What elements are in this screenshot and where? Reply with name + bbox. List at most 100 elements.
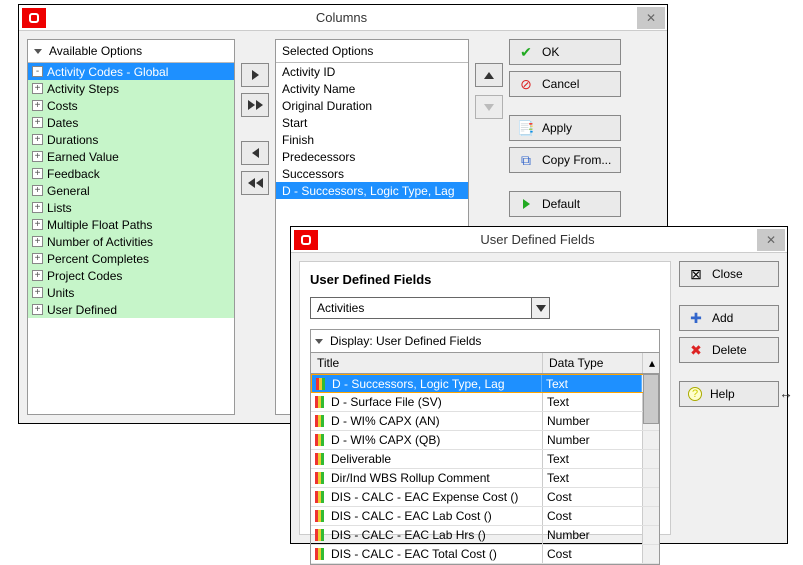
selected-item[interactable]: Activity Name <box>276 80 468 97</box>
item-label: Number of Activities <box>47 235 153 249</box>
cancel-button[interactable]: ⊘Cancel <box>509 71 621 97</box>
check-icon: ✔ <box>518 44 534 60</box>
available-item[interactable]: +Multiple Float Paths <box>28 216 234 233</box>
table-body[interactable]: D - Successors, Logic Type, LagTextD - S… <box>311 374 659 564</box>
available-options-panel: Available Options -Activity Codes - Glob… <box>27 39 235 415</box>
row-icon <box>315 396 327 408</box>
available-options-header[interactable]: Available Options <box>28 40 234 63</box>
available-item[interactable]: + Units <box>28 284 234 301</box>
expand-icon[interactable]: + <box>32 117 43 128</box>
available-item[interactable]: +User Defined <box>28 301 234 318</box>
available-item[interactable]: +Project Codes <box>28 267 234 284</box>
resize-handle-icon[interactable]: ↔ <box>779 385 793 401</box>
available-item[interactable]: +General <box>28 182 234 199</box>
item-label: Lists <box>47 201 72 215</box>
display-header[interactable]: Display: User Defined Fields <box>310 329 660 352</box>
available-list[interactable]: -Activity Codes - Global+Activity Steps+… <box>28 63 234 413</box>
scrollbar-track <box>643 526 659 544</box>
move-all-right-button[interactable] <box>241 93 269 117</box>
table-row[interactable]: D - WI% CAPX (AN)Number <box>311 412 659 431</box>
available-item[interactable]: -Activity Codes - Global <box>28 63 234 80</box>
move-left-button[interactable] <box>241 141 269 165</box>
row-icon <box>315 548 327 560</box>
row-icon <box>316 378 328 390</box>
expand-icon[interactable]: + <box>32 202 43 213</box>
item-label: Units <box>47 286 74 300</box>
selected-item[interactable]: Predecessors <box>276 148 468 165</box>
ok-button[interactable]: ✔OK <box>509 39 621 65</box>
expand-icon[interactable]: + <box>32 83 43 94</box>
item-label: Costs <box>47 99 78 113</box>
table-row[interactable]: DIS - CALC - EAC Lab Cost ()Cost <box>311 507 659 526</box>
selected-item[interactable]: Start <box>276 114 468 131</box>
table-row[interactable]: Dir/Ind WBS Rollup CommentText <box>311 469 659 488</box>
selected-item[interactable]: D - Successors, Logic Type, Lag <box>276 182 468 199</box>
available-item[interactable]: + Durations <box>28 131 234 148</box>
selected-item[interactable]: Finish <box>276 131 468 148</box>
expand-icon[interactable]: + <box>32 100 43 111</box>
udf-window: User Defined Fields ✕ User Defined Field… <box>290 226 788 544</box>
help-button[interactable]: ?Help <box>679 381 779 407</box>
available-item[interactable]: + Number of Activities <box>28 233 234 250</box>
row-icon <box>315 491 327 503</box>
expand-icon[interactable]: + <box>32 219 43 230</box>
expand-icon[interactable]: + <box>32 168 43 179</box>
add-button[interactable]: ✚Add <box>679 305 779 331</box>
available-item[interactable]: +Percent Completes <box>28 250 234 267</box>
table-row[interactable]: DIS - CALC - EAC Lab Hrs ()Number <box>311 526 659 545</box>
apply-button[interactable]: 📑Apply <box>509 115 621 141</box>
expand-icon[interactable]: + <box>32 134 43 145</box>
available-item[interactable]: + Feedback <box>28 165 234 182</box>
close-button[interactable]: ⊠Close <box>679 261 779 287</box>
category-combo[interactable]: Activities <box>310 297 550 319</box>
scroll-up-icon[interactable]: ▴ <box>643 353 659 373</box>
col-datatype[interactable]: Data Type <box>543 353 643 373</box>
expand-icon[interactable]: - <box>32 66 43 77</box>
expand-icon[interactable]: + <box>32 287 43 298</box>
plus-icon: ✚ <box>688 310 704 326</box>
expand-icon[interactable]: + <box>32 185 43 196</box>
expand-icon[interactable]: + <box>32 304 43 315</box>
row-icon <box>315 510 327 522</box>
item-label: Earned Value <box>47 150 119 164</box>
item-label: Durations <box>47 133 98 147</box>
row-type: Cost <box>543 545 643 563</box>
row-title: D - WI% CAPX (QB) <box>331 433 440 447</box>
item-label: Feedback <box>47 167 100 181</box>
oracle-icon <box>22 8 46 28</box>
available-item[interactable]: +Dates <box>28 114 234 131</box>
move-right-button[interactable] <box>241 63 269 87</box>
col-title[interactable]: Title <box>311 353 543 373</box>
table-row[interactable]: D - WI% CAPX (QB)Number <box>311 431 659 450</box>
row-title: Dir/Ind WBS Rollup Comment <box>331 471 490 485</box>
available-item[interactable]: + Costs <box>28 97 234 114</box>
play-icon <box>518 196 534 212</box>
move-all-left-button[interactable] <box>241 171 269 195</box>
available-item[interactable]: + Lists <box>28 199 234 216</box>
table-row[interactable]: DeliverableText <box>311 450 659 469</box>
available-item[interactable]: + Earned Value <box>28 148 234 165</box>
table-row[interactable]: DIS - CALC - EAC Expense Cost ()Cost <box>311 488 659 507</box>
row-type: Cost <box>543 488 643 506</box>
expand-icon[interactable]: + <box>32 270 43 281</box>
scrollbar-thumb[interactable] <box>643 374 659 424</box>
expand-icon[interactable]: + <box>32 151 43 162</box>
table-row[interactable]: D - Surface File (SV)Text <box>311 393 659 412</box>
selected-item[interactable]: Successors <box>276 165 468 182</box>
selected-item[interactable]: Activity ID <box>276 63 468 80</box>
default-button[interactable]: Default <box>509 191 621 217</box>
move-up-button[interactable] <box>475 63 503 87</box>
expand-icon[interactable]: + <box>32 236 43 247</box>
selected-item[interactable]: Original Duration <box>276 97 468 114</box>
available-item[interactable]: +Activity Steps <box>28 80 234 97</box>
table-row[interactable]: DIS - CALC - EAC Total Cost ()Cost <box>311 545 659 564</box>
close-icon[interactable]: ✕ <box>637 7 665 29</box>
dropdown-icon[interactable] <box>531 298 549 318</box>
scrollbar-track <box>643 507 659 525</box>
copy-from-button[interactable]: ⧉Copy From... <box>509 147 621 173</box>
delete-button[interactable]: ✖Delete <box>679 337 779 363</box>
expand-icon[interactable]: + <box>32 253 43 264</box>
table-row[interactable]: D - Successors, Logic Type, LagText <box>311 374 659 393</box>
move-down-button[interactable] <box>475 95 503 119</box>
close-icon[interactable]: ✕ <box>757 229 785 251</box>
